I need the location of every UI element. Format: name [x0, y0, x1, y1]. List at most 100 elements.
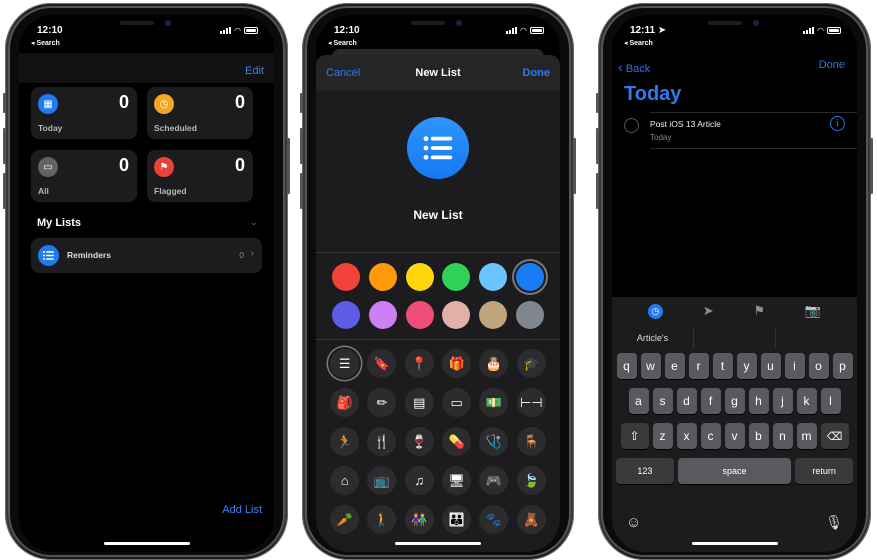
key-a[interactable]: a [628, 388, 649, 414]
key-g[interactable]: g [724, 388, 745, 414]
color-swatch[interactable] [405, 301, 434, 329]
pencil-ruler-icon[interactable]: ✏ [367, 388, 397, 417]
house-icon[interactable]: ⌂ [330, 466, 360, 495]
pills-icon[interactable]: 💊 [442, 427, 472, 456]
key-f[interactable]: f [700, 388, 721, 414]
key-k[interactable]: k [796, 388, 817, 414]
key-v[interactable]: v [724, 423, 745, 449]
todo-complete-checkbox[interactable] [624, 118, 639, 133]
key-w[interactable]: w [640, 353, 661, 379]
edit-button[interactable]: Edit [245, 65, 264, 77]
suggestion[interactable] [693, 327, 775, 349]
flag-icon[interactable]: ⚑ [753, 303, 765, 319]
key-q[interactable]: q [616, 353, 637, 379]
key-x[interactable]: x [676, 423, 697, 449]
list-name-field[interactable]: New List [316, 208, 560, 222]
color-swatch[interactable] [332, 301, 361, 329]
tv-icon[interactable]: 📺 [367, 466, 397, 495]
location-arrow-icon[interactable]: ➤ [703, 303, 714, 319]
color-swatch[interactable] [515, 301, 544, 329]
smart-list-today[interactable]: ▦ 0 Today [31, 87, 137, 139]
back-button[interactable]: ‹ Back [618, 59, 650, 75]
key-u[interactable]: u [760, 353, 781, 379]
smart-list-all[interactable]: ▭ 0 All [31, 150, 137, 202]
suggestion[interactable] [775, 327, 857, 349]
return-key[interactable]: return [795, 458, 853, 484]
key-s[interactable]: s [652, 388, 673, 414]
wine-glass-icon[interactable]: 🍷 [404, 427, 434, 456]
paw-print-icon[interactable]: 🐾 [479, 505, 509, 534]
leaf-icon[interactable]: 🍃 [516, 466, 546, 495]
key-i[interactable]: i [784, 353, 805, 379]
color-swatch[interactable] [368, 301, 397, 329]
family-icon[interactable]: 👪 [442, 505, 472, 534]
back-to-search-link[interactable]: ◂ Search [31, 39, 60, 47]
graduation-cap-icon[interactable]: 🎓 [516, 349, 546, 378]
key-d[interactable]: d [676, 388, 697, 414]
key-n[interactable]: n [772, 423, 793, 449]
credit-card-icon[interactable]: ▭ [442, 388, 472, 417]
running-figure-icon[interactable]: 🏃 [330, 427, 360, 456]
color-swatch[interactable] [332, 263, 361, 291]
home-indicator[interactable] [395, 542, 481, 545]
key-m[interactable]: m [796, 423, 817, 449]
key-l[interactable]: l [820, 388, 841, 414]
microphone-icon[interactable]: 🎙 [825, 514, 843, 531]
back-to-search-link[interactable]: ◂ Search [328, 39, 357, 47]
pin-icon[interactable]: 📍 [404, 349, 434, 378]
computer-icon[interactable]: 🖥 [442, 466, 472, 495]
teddy-bear-icon[interactable]: 🧸 [516, 505, 546, 534]
dumbbell-icon[interactable]: ⊢⊣ [516, 388, 546, 417]
key-t[interactable]: t [712, 353, 733, 379]
list-bullet-icon[interactable]: ☰ [330, 349, 360, 378]
key-o[interactable]: o [808, 353, 829, 379]
numbers-key[interactable]: 123 [616, 458, 674, 484]
color-swatch[interactable] [405, 263, 434, 291]
key-j[interactable]: j [772, 388, 793, 414]
space-key[interactable]: space [677, 458, 792, 484]
bookmark-icon[interactable]: 🔖 [367, 349, 397, 378]
done-button[interactable]: Done [523, 67, 551, 79]
game-controller-icon[interactable]: 🎮 [479, 466, 509, 495]
person-icon[interactable]: 🚶 [367, 505, 397, 534]
home-indicator[interactable] [691, 542, 778, 545]
suggestion[interactable]: Article's [612, 327, 693, 349]
collapse-chevron-icon[interactable]: ⌄ [249, 217, 260, 228]
color-swatch[interactable] [442, 263, 471, 291]
two-people-icon[interactable]: 👫 [404, 505, 434, 534]
chair-icon[interactable]: 🪑 [516, 427, 546, 456]
color-swatch[interactable] [442, 301, 471, 329]
smart-list-flagged[interactable]: ⚑ 0 Flagged [147, 150, 253, 202]
color-swatch[interactable] [368, 263, 397, 291]
backpack-icon[interactable]: 🎒 [330, 388, 360, 417]
emoji-icon[interactable]: ☺ [626, 514, 641, 531]
key-h[interactable]: h [748, 388, 769, 414]
back-to-search-link[interactable]: ◂ Search [624, 39, 653, 47]
money-icon[interactable]: 💵 [479, 388, 509, 417]
gift-icon[interactable]: 🎁 [442, 349, 472, 378]
wallet-icon[interactable]: ▤ [404, 388, 434, 417]
color-swatch[interactable] [478, 263, 507, 291]
add-list-button[interactable]: Add List [222, 504, 262, 516]
shift-key[interactable]: ⇧ [620, 423, 649, 449]
key-b[interactable]: b [748, 423, 769, 449]
key-p[interactable]: p [832, 353, 853, 379]
delete-key[interactable]: ⌫ [820, 423, 849, 449]
smart-list-scheduled[interactable]: ◷ 0 Scheduled [147, 87, 253, 139]
camera-icon[interactable]: 📷 [805, 303, 821, 319]
key-e[interactable]: e [664, 353, 685, 379]
done-button[interactable]: Done [819, 59, 845, 71]
clock-icon[interactable]: ◷ [647, 303, 663, 319]
info-icon[interactable]: i [830, 116, 845, 131]
key-y[interactable]: y [736, 353, 757, 379]
stethoscope-icon[interactable]: 🩺 [479, 427, 509, 456]
list-item-reminders[interactable]: Reminders 0 › [31, 238, 262, 273]
key-z[interactable]: z [652, 423, 673, 449]
fork-knife-icon[interactable]: 🍴 [367, 427, 397, 456]
color-swatch[interactable] [515, 263, 544, 291]
home-indicator[interactable] [103, 542, 190, 545]
birthday-cake-icon[interactable]: 🎂 [479, 349, 509, 378]
key-c[interactable]: c [700, 423, 721, 449]
carrot-icon[interactable]: 🥕 [330, 505, 360, 534]
todo-title-input[interactable]: Post iOS 13 Article [650, 119, 721, 129]
